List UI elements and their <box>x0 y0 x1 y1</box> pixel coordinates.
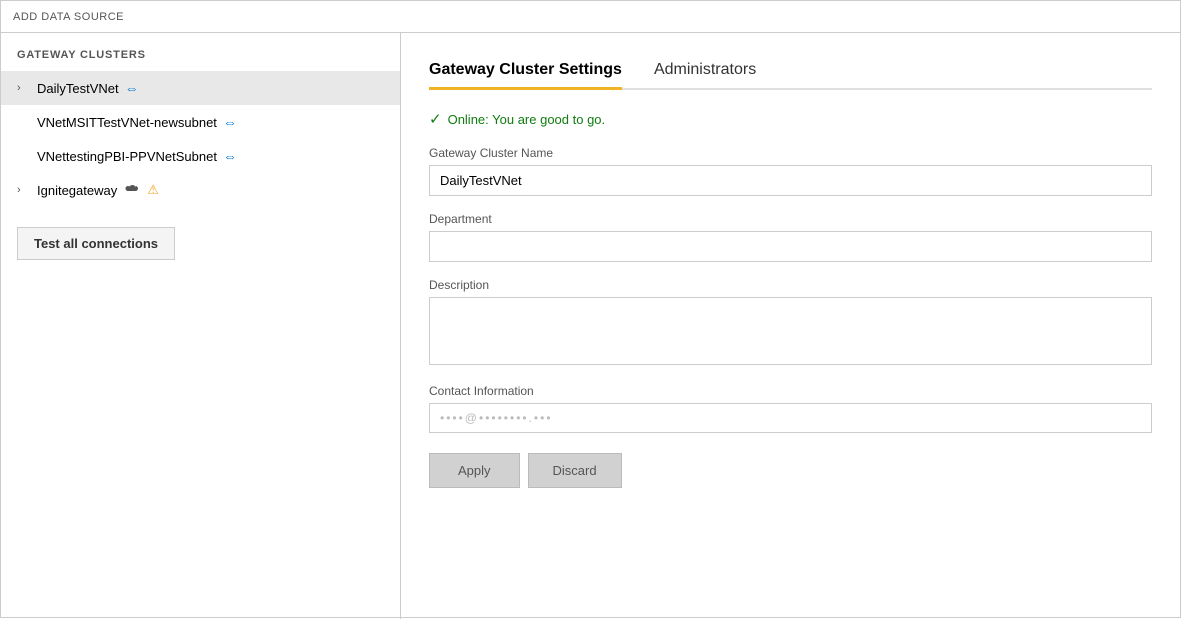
sidebar-item-vnet-testing[interactable]: VNettestingPBI-PPVNetSubnet ⇔ <box>1 139 400 173</box>
description-input[interactable] <box>429 297 1152 365</box>
discard-button[interactable]: Discard <box>528 453 622 488</box>
checkmark-icon: ✓ <box>429 110 442 128</box>
cluster-name: DailyTestVNet <box>37 81 119 96</box>
warning-icon: ⚠ <box>147 182 159 198</box>
top-bar: ADD DATA SOURCE <box>1 1 1180 33</box>
main-layout: GATEWAY CLUSTERS › DailyTestVNet ⇔ VNetM… <box>1 33 1180 619</box>
sidebar-item-vnet-msit[interactable]: VNetMSITTestVNet-newsubnet ⇔ <box>1 105 400 139</box>
arrows-icon: ⇔ <box>125 80 139 96</box>
contact-info-group: Contact Information <box>429 384 1152 433</box>
action-buttons: Apply Discard <box>429 453 1152 488</box>
description-group: Description <box>429 278 1152 368</box>
top-bar-label: ADD DATA SOURCE <box>13 11 124 23</box>
test-all-button-container: Test all connections <box>1 207 400 280</box>
test-all-connections-button[interactable]: Test all connections <box>17 227 175 260</box>
chevron-icon: › <box>17 82 29 94</box>
sidebar-item-daily-test-vnet[interactable]: › DailyTestVNet ⇔ <box>1 71 400 105</box>
tabs: Gateway Cluster Settings Administrators <box>429 53 1152 90</box>
chevron-icon: › <box>17 184 29 196</box>
cluster-name-group: Gateway Cluster Name <box>429 146 1152 196</box>
cluster-name-label: Gateway Cluster Name <box>429 146 1152 160</box>
status-line: ✓ Online: You are good to go. <box>429 110 1152 128</box>
status-text: Online: You are good to go. <box>448 112 606 127</box>
cluster-name: Ignitegateway <box>37 183 117 198</box>
cluster-name-input[interactable] <box>429 165 1152 196</box>
department-input[interactable] <box>429 231 1152 262</box>
department-group: Department <box>429 212 1152 262</box>
sidebar: GATEWAY CLUSTERS › DailyTestVNet ⇔ VNetM… <box>1 33 401 619</box>
description-label: Description <box>429 278 1152 292</box>
cluster-name: VNettestingPBI-PPVNetSubnet <box>37 149 217 164</box>
sidebar-item-ignite-gateway[interactable]: › Ignitegateway ⚠ <box>1 173 400 207</box>
cluster-name: VNetMSITTestVNet-newsubnet <box>37 115 217 130</box>
arrows-icon: ⇔ <box>223 148 237 164</box>
cloud-icon <box>123 183 139 198</box>
department-label: Department <box>429 212 1152 226</box>
apply-button[interactable]: Apply <box>429 453 520 488</box>
arrows-icon: ⇔ <box>223 114 237 130</box>
contact-info-input[interactable] <box>429 403 1152 433</box>
sidebar-section-title: GATEWAY CLUSTERS <box>1 49 400 71</box>
tab-gateway-cluster-settings[interactable]: Gateway Cluster Settings <box>429 53 622 90</box>
contact-info-label: Contact Information <box>429 384 1152 398</box>
tab-administrators[interactable]: Administrators <box>654 53 756 90</box>
content-panel: Gateway Cluster Settings Administrators … <box>401 33 1180 619</box>
